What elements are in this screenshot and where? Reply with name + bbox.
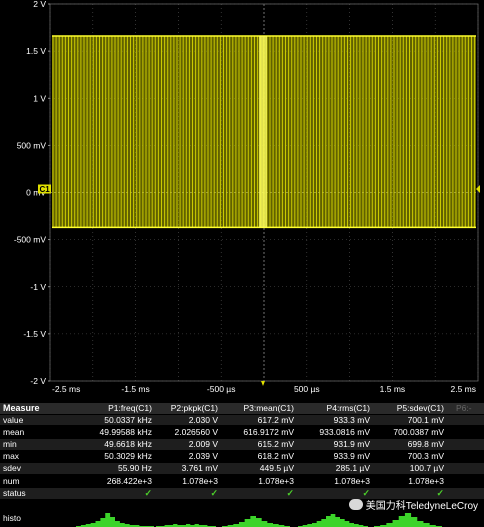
table-cell: 617.2 mV: [257, 414, 294, 425]
y-tick-label: 1.5 V: [26, 46, 46, 56]
measure-title: Measure: [3, 403, 40, 413]
histogram-bars: [298, 514, 368, 527]
table-cell: 1.078e+3: [182, 475, 218, 486]
table-row: sdev 55.90 Hz 3.761 mV 449.5 µV 285.1 µV 100.…: [0, 463, 484, 474]
x-tick-label: 500 µs: [294, 384, 320, 394]
x-tick-label: 1.5 ms: [380, 384, 406, 394]
histogram-bars: [222, 516, 290, 527]
column-header[interactable]: P4:rms(C1): [294, 403, 370, 414]
measure-header-row: Measure P1:freq(C1) P2:pkpk(C1) P3:mean(…: [0, 403, 484, 414]
trigger-highlight: [259, 36, 267, 228]
trigger-position-marker[interactable]: [261, 381, 265, 386]
column-header[interactable]: P5:sdev(C1): [370, 403, 444, 414]
table-cell: 268.422e+3: [106, 475, 152, 486]
table-cell: 1.078e+3: [408, 475, 444, 486]
y-tick-label: 1 V: [33, 93, 46, 103]
table-cell: 50.3029 kHz: [104, 451, 152, 462]
y-tick-label: 2 V: [33, 0, 46, 9]
table-row: mean 49.99588 kHz 2.026560 V 616.9172 mV 933…: [0, 427, 484, 438]
table-cell: 2.030 V: [188, 414, 218, 425]
column-header[interactable]: P1:freq(C1): [70, 403, 152, 414]
watermark-text: 美国力科TeledyneLeCroy: [365, 501, 478, 512]
x-axis-labels: -2.5 ms -1.5 ms -500 µs 500 µs 1.5 ms 2.5 ms: [52, 384, 476, 394]
table-cell: 933.3 mV: [333, 414, 370, 425]
table-row: value 50.0337 kHz 2.030 V 617.2 mV 933.3 mV 7…: [0, 414, 484, 426]
table-cell: 55.90 Hz: [117, 463, 152, 474]
table-cell: 3.761 mV: [181, 463, 218, 474]
table-cell: 933.9 mV: [333, 451, 370, 462]
waveform-trace: [52, 35, 476, 229]
row-label: max: [3, 451, 20, 462]
table-cell: 699.8 mV: [407, 439, 444, 449]
row-label: min: [3, 439, 17, 449]
table-cell: 100.7 µV: [409, 463, 444, 474]
y-tick-label: -1 V: [30, 282, 46, 292]
column-header[interactable]: P2:pkpk(C1): [152, 403, 218, 414]
oscilloscope-display: 2 V1.5 V1 V500 mV0 mV-500 mV-1 V-1.5 V-2…: [14, 0, 480, 394]
channel-marker[interactable]: C1: [38, 184, 51, 195]
table-row: num 268.422e+3 1.078e+3 1.078e+3 1.078e+3 1.0…: [0, 476, 484, 487]
table-cell: 615.2 mV: [257, 439, 294, 449]
x-tick-label: 2.5 ms: [450, 384, 476, 394]
column-header[interactable]: P3:mean(C1): [218, 403, 294, 414]
checkmark-icon: ✓: [210, 488, 218, 498]
table-cell: 285.1 µV: [335, 463, 370, 474]
table-cell: 700.3 mV: [407, 451, 444, 462]
histogram-bars: [374, 513, 442, 527]
table-row: max 50.3029 kHz 2.039 V 618.2 mV 933.9 mV 700…: [0, 451, 484, 462]
table-cell: 933.0816 mV: [319, 426, 370, 437]
histogram-bars: [76, 513, 154, 527]
table-cell: 616.9172 mV: [243, 426, 294, 437]
row-label: mean: [3, 426, 25, 437]
table-cell: 931.9 mV: [333, 439, 370, 449]
row-label: num: [3, 475, 20, 486]
wechat-icon: [348, 499, 363, 510]
y-tick-label: -1.5 V: [23, 329, 46, 339]
checkmark-icon: ✓: [286, 488, 294, 498]
y-tick-label: -500 mV: [14, 235, 46, 245]
table-cell: 2.026560 V: [174, 426, 218, 437]
x-tick-label: -1.5 ms: [121, 384, 149, 394]
y-tick-label: 500 mV: [17, 140, 47, 150]
column-header[interactable]: P6:-: [444, 403, 484, 414]
table-cell: 618.2 mV: [257, 451, 294, 462]
table-cell: 2.039 V: [188, 451, 218, 462]
table-cell: 2.009 V: [188, 439, 218, 449]
table-cell: 49.6618 kHz: [104, 439, 152, 449]
table-cell: 700.1 mV: [407, 414, 444, 425]
x-tick-label: -2.5 ms: [52, 384, 80, 394]
table-cell: 1.078e+3: [334, 475, 370, 486]
status-label: status: [3, 488, 26, 498]
row-label: sdev: [3, 463, 21, 474]
checkmark-icon: ✓: [144, 488, 152, 498]
table-cell: 700.0387 mV: [393, 426, 444, 437]
table-cell: 449.5 µV: [259, 463, 294, 474]
channel-marker-label: C1: [40, 185, 51, 194]
watermark: 美国力科TeledyneLeCroy: [348, 497, 478, 512]
table-row: min 49.6618 kHz 2.009 V 615.2 mV 931.9 mV 699…: [0, 439, 484, 450]
table-cell: 49.99588 kHz: [99, 426, 152, 437]
table-cell: 1.078e+3: [258, 475, 294, 486]
x-tick-label: -500 µs: [207, 384, 236, 394]
table-cell: 50.0337 kHz: [104, 414, 152, 425]
y-tick-label: -2 V: [30, 376, 46, 386]
row-label: value: [3, 414, 24, 425]
